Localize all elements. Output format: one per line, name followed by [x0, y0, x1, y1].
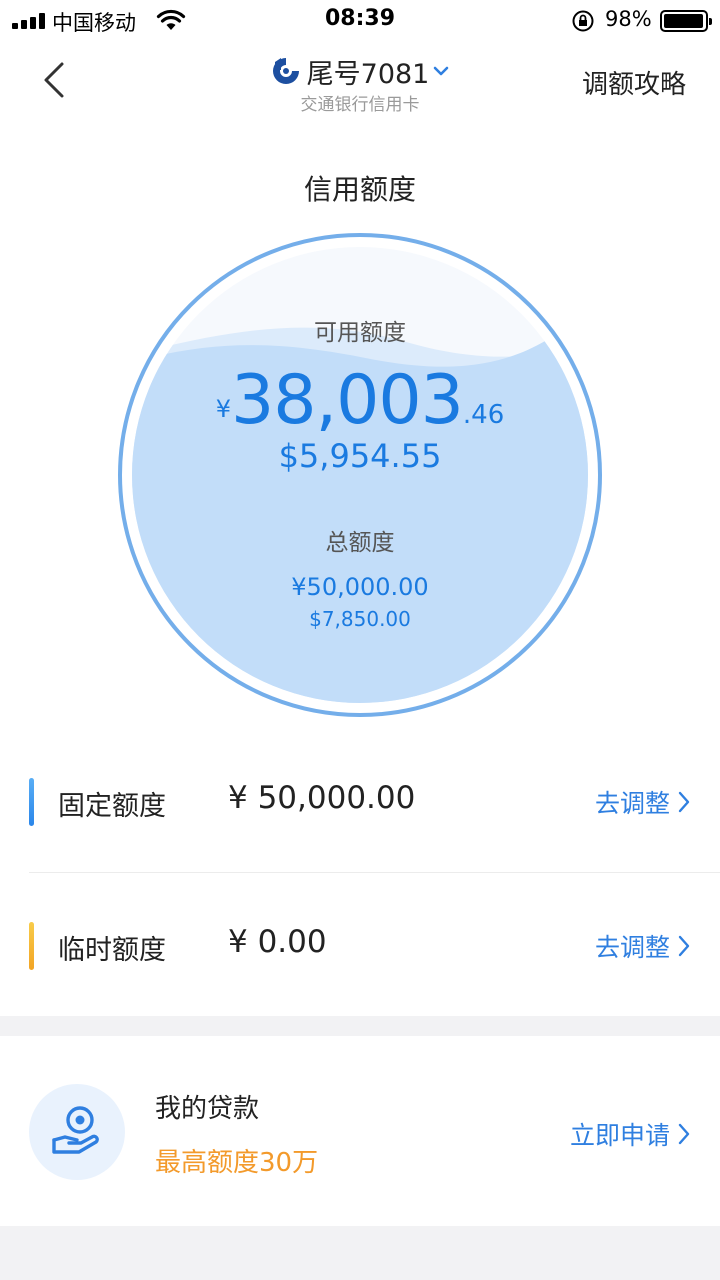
total-cny: ¥50,000.00 [291, 573, 429, 601]
chevron-down-icon [434, 66, 449, 76]
chevron-right-icon [678, 935, 690, 957]
chevron-right-icon [678, 791, 690, 813]
total-usd: $7,850.00 [309, 607, 411, 631]
adjust-temp-label: 去调整 [594, 933, 670, 962]
credit-gauge: 可用额度 ¥38,003.46 $5,954.55 总额度 ¥50,000.00… [118, 233, 602, 717]
available-currency: ¥ [215, 395, 231, 423]
apply-now-label: 立即申请 [569, 1121, 670, 1150]
rotation-lock-icon [572, 10, 594, 32]
gauge-graphic [118, 233, 602, 717]
battery-icon [660, 10, 712, 32]
temp-limit-row: 临时额度 ¥ 0.00 去调整 [0, 900, 720, 990]
card-tail-number: 尾号7081 [306, 58, 430, 90]
battery-percent: 98% [605, 7, 652, 31]
available-amount: ¥38,003.46 [118, 361, 602, 440]
available-label: 可用额度 [314, 320, 406, 346]
adjust-fixed-label: 去调整 [594, 789, 670, 818]
temp-limit-value: ¥ 0.00 [228, 924, 327, 960]
loan-title: 我的贷款 [155, 1094, 260, 1124]
loan-card[interactable]: 我的贷款 最高额度30万 立即申请 [0, 1036, 720, 1226]
available-usd: $5,954.55 [278, 437, 442, 475]
temp-limit-bar [29, 922, 34, 970]
fixed-limit-label: 固定额度 [58, 791, 166, 822]
available-decimal: .46 [462, 400, 505, 430]
adjust-temp-button[interactable]: 去调整 [595, 928, 690, 964]
temp-limit-label: 临时额度 [58, 935, 166, 966]
loan-icon-bg [29, 1084, 125, 1180]
adjust-guide-link[interactable]: 调额攻略 [582, 64, 686, 101]
loan-hand-coin-icon [52, 1106, 99, 1154]
main-panel: 中国移动 08:39 98% 尾号7081 交通银行信用卡 调额攻略 信用额度 … [0, 0, 720, 1016]
chevron-right-icon [678, 1123, 690, 1145]
bank-logo-icon [272, 58, 299, 84]
fixed-limit-value: ¥ 50,000.00 [228, 780, 416, 816]
available-integer: 38,003 [230, 361, 464, 440]
loan-max-amount: 最高额度30万 [155, 1148, 319, 1178]
adjust-fixed-button[interactable]: 去调整 [595, 784, 690, 820]
total-label: 总额度 [325, 530, 395, 556]
status-bar: 中国移动 08:39 98% [0, 0, 720, 40]
fixed-limit-row: 固定额度 ¥ 50,000.00 去调整 [0, 756, 720, 846]
fixed-limit-bar [29, 778, 34, 826]
row-divider [29, 872, 720, 873]
section-title: 信用额度 [303, 173, 416, 206]
apply-now-button[interactable]: 立即申请 [570, 1116, 690, 1152]
